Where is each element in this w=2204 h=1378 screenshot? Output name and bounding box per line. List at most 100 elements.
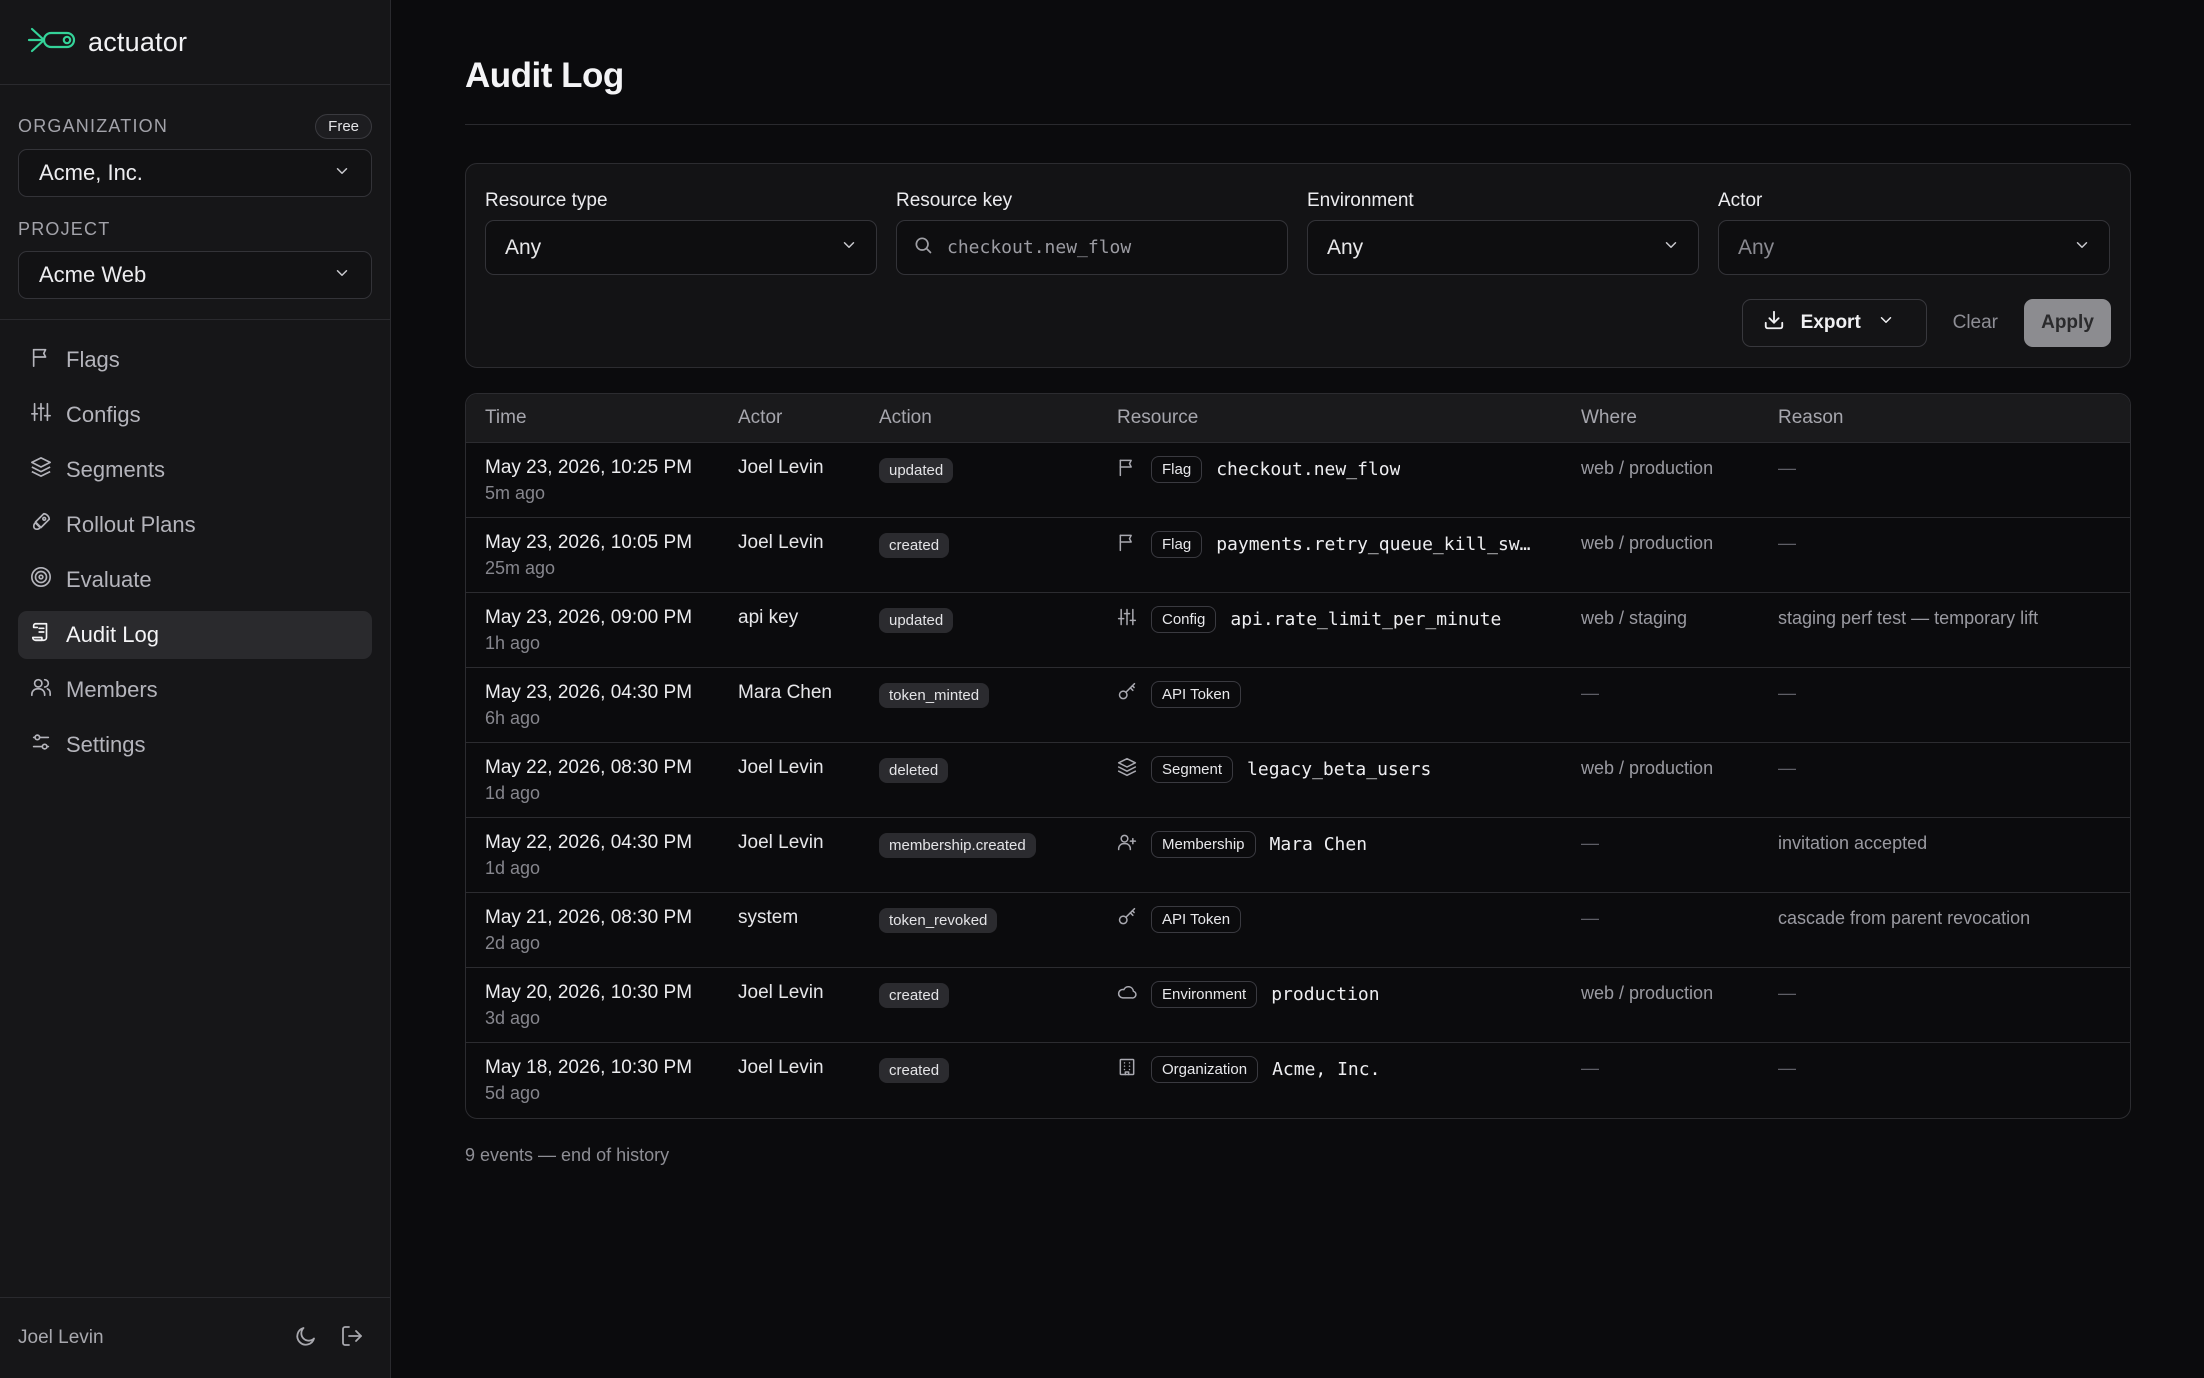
column-header-time[interactable]: Time <box>466 407 738 429</box>
resource-key[interactable]: Acme, Inc. <box>1272 1059 1380 1080</box>
sidebar-item-label: Members <box>66 677 158 702</box>
actor-select[interactable]: Any <box>1718 220 2110 275</box>
column-header-resource[interactable]: Resource <box>1117 407 1581 429</box>
sidebar-item-label: Settings <box>66 732 146 757</box>
actor-name: Joel Levin <box>738 832 824 853</box>
event-time: May 23, 2026, 09:00 PM <box>485 607 693 628</box>
reason-cell: invitation accepted <box>1778 832 2130 854</box>
action-cell: updated <box>879 607 1117 633</box>
reason-value: — <box>1778 983 1796 1003</box>
organization-select[interactable]: Acme, Inc. <box>18 149 372 197</box>
resource-key[interactable]: Mara Chen <box>1270 834 1368 855</box>
sidebar-item-evaluate[interactable]: Evaluate <box>18 556 372 604</box>
sidebar-item-flags[interactable]: Flags <box>18 336 372 384</box>
action-badge: created <box>879 983 950 1008</box>
event-time: May 21, 2026, 08:30 PM <box>485 907 693 928</box>
plan-badge: Free <box>315 113 372 139</box>
filter-resource-key: Resource key checkout.new_flow <box>896 190 1288 275</box>
time-cell: May 23, 2026, 10:25 PM 5m ago <box>466 457 738 504</box>
sidebar-item-settings[interactable]: Settings <box>18 721 372 769</box>
resource-key[interactable]: api.rate_limit_per_minute <box>1230 609 1501 630</box>
actor-name: Joel Levin <box>738 1057 824 1078</box>
time-cell: May 18, 2026, 10:30 PM 5d ago <box>466 1057 738 1104</box>
column-header-actor[interactable]: Actor <box>738 407 879 429</box>
resource-key[interactable]: production <box>1271 984 1379 1005</box>
organization-label: ORGANIZATION <box>18 115 169 136</box>
sidebar-nav: Flags Configs Segments Rollout Plans Eva… <box>0 320 390 769</box>
table-row[interactable]: May 20, 2026, 10:30 PM 3d ago Joel Levin cr… <box>466 968 2130 1043</box>
resource-key-input[interactable]: checkout.new_flow <box>896 220 1288 275</box>
where-cell: — <box>1581 1057 1778 1079</box>
table-row[interactable]: May 18, 2026, 10:30 PM 5d ago Joel Levin cr… <box>466 1043 2130 1118</box>
time-cell: May 23, 2026, 10:05 PM 25m ago <box>466 532 738 579</box>
clear-button[interactable]: Clear <box>1949 312 2002 334</box>
where-value: web / staging <box>1581 608 1688 628</box>
sidebar-item-segments[interactable]: Segments <box>18 446 372 494</box>
key-icon <box>1117 682 1137 707</box>
app-root: actuator ORGANIZATION Free Acme, Inc. PR… <box>0 0 2204 1378</box>
column-header-where[interactable]: Where <box>1581 407 1778 429</box>
sidebar-item-members[interactable]: Members <box>18 666 372 714</box>
page-title: Audit Log <box>465 56 624 95</box>
filter-actions: Export Clear Apply <box>1741 299 2111 347</box>
actor-name: api key <box>738 607 799 628</box>
table-row[interactable]: May 22, 2026, 04:30 PM 1d ago Joel Levin me… <box>466 818 2130 893</box>
reason-cell: — <box>1778 757 2130 779</box>
main-content: Audit Log Resource type Any Resource key <box>391 0 2204 1378</box>
chevron-down-icon <box>840 236 858 260</box>
table-row[interactable]: May 21, 2026, 08:30 PM 2d ago system token_… <box>466 893 2130 968</box>
sidebar-item-rollout-plans[interactable]: Rollout Plans <box>18 501 372 549</box>
resource-key[interactable]: payments.retry_queue_kill_sw… <box>1216 534 1530 555</box>
resource-key[interactable]: checkout.new_flow <box>1216 459 1400 480</box>
moon-icon[interactable] <box>294 1324 318 1353</box>
filter-actor: Actor Any <box>1718 190 2110 275</box>
filter-label: Actor <box>1718 190 1763 211</box>
where-cell: web / production <box>1581 757 1778 779</box>
action-badge: updated <box>879 608 954 633</box>
where-value: web / production <box>1581 983 1714 1003</box>
resource-type-badge: Config <box>1151 605 1217 633</box>
resource-type-badge: Organization <box>1151 1055 1259 1083</box>
action-badge: updated <box>879 458 954 483</box>
building-icon <box>1117 1057 1137 1082</box>
sidebar-item-label: Evaluate <box>66 567 152 592</box>
resource-type-badge: Flag <box>1151 455 1203 483</box>
table-row[interactable]: May 23, 2026, 04:30 PM 6h ago Mara Chen tok… <box>466 668 2130 743</box>
table-row[interactable]: May 23, 2026, 09:00 PM 1h ago api key updat… <box>466 593 2130 668</box>
title-divider <box>465 124 2131 125</box>
reason-value: — <box>1778 1058 1796 1078</box>
where-cell: web / production <box>1581 532 1778 554</box>
actuator-logo-icon <box>26 23 78 62</box>
audit-table: Time Actor Action Resource Where Reason … <box>465 393 2131 1119</box>
brand[interactable]: actuator <box>0 0 390 85</box>
table-footer: 9 events — end of history <box>465 1145 670 1165</box>
column-header-action[interactable]: Action <box>879 407 1117 429</box>
resource-key[interactable]: legacy_beta_users <box>1247 759 1431 780</box>
resource-type-select[interactable]: Any <box>485 220 877 275</box>
sidebar-item-configs[interactable]: Configs <box>18 391 372 439</box>
table-row[interactable]: May 23, 2026, 10:25 PM 5m ago Joel Levin up… <box>466 443 2130 518</box>
project-select[interactable]: Acme Web <box>18 251 372 299</box>
actor-cell: Joel Levin <box>738 832 879 854</box>
column-header-reason[interactable]: Reason <box>1778 407 2130 429</box>
logout-icon[interactable] <box>340 1324 364 1353</box>
sliders-icon <box>1117 607 1137 632</box>
target-icon <box>30 566 52 594</box>
export-button[interactable]: Export <box>1741 299 1927 347</box>
where-value: web / production <box>1581 758 1714 778</box>
where-value: — <box>1581 1058 1599 1078</box>
table-row[interactable]: May 23, 2026, 10:05 PM 25m ago Joel Levin c… <box>466 518 2130 593</box>
filter-label: Resource key <box>896 190 1013 211</box>
layers-icon <box>1117 757 1137 782</box>
event-relative-time: 5d ago <box>485 1083 541 1103</box>
table-row[interactable]: May 22, 2026, 08:30 PM 1d ago Joel Levin de… <box>466 743 2130 818</box>
action-cell: deleted <box>879 757 1117 783</box>
event-time: May 18, 2026, 10:30 PM <box>485 1057 693 1078</box>
sidebar-item-audit-log[interactable]: Audit Log <box>18 611 372 659</box>
actor-cell: api key <box>738 607 879 629</box>
environment-select[interactable]: Any <box>1307 220 1699 275</box>
time-cell: May 22, 2026, 04:30 PM 1d ago <box>466 832 738 879</box>
event-relative-time: 2d ago <box>485 933 541 953</box>
event-relative-time: 1h ago <box>485 633 541 653</box>
apply-button[interactable]: Apply <box>2024 299 2111 347</box>
